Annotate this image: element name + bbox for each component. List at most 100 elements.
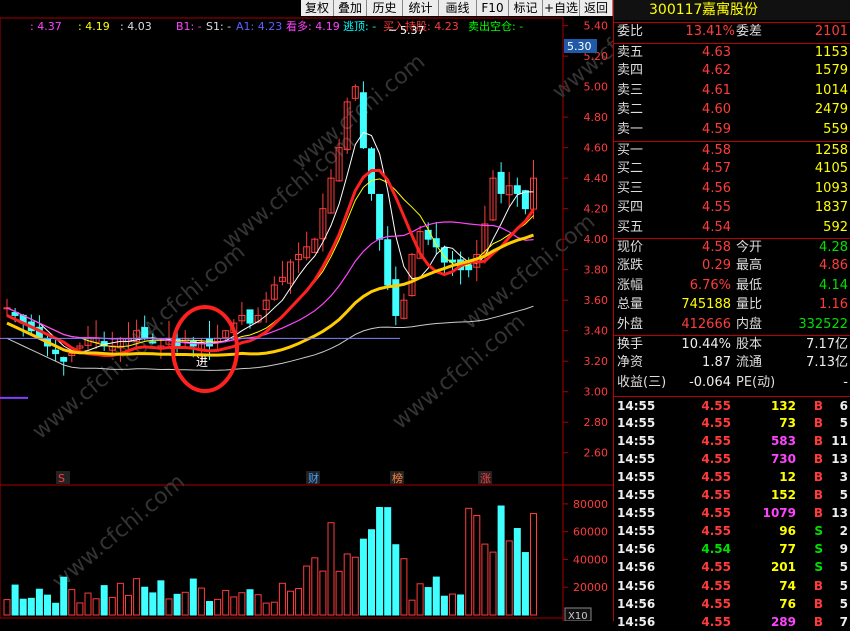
toolbar-button-2[interactable]: 历史: [367, 0, 403, 16]
trade-direction: B: [813, 488, 823, 503]
bid-label: 买三: [617, 180, 644, 196]
trade-price: 4.55: [701, 470, 731, 485]
ask-label: 卖三: [617, 82, 644, 98]
trade-volume: 74: [779, 578, 796, 593]
trade-count: 7: [839, 614, 848, 629]
trade-direction: B: [813, 506, 823, 521]
volume-bar: [270, 601, 278, 616]
quote-value2: 332522: [798, 316, 848, 332]
weicha-label: 委差: [736, 24, 763, 39]
quote-row: 外盘 412666 内盘 332522: [614, 316, 850, 334]
stock-code: 300117: [649, 2, 703, 18]
toolbar-button-4[interactable]: 画线: [439, 0, 477, 16]
kline-svg[interactable]: www.cfchi.comwww.cfchi.comwww.cfchi.comw…: [0, 0, 690, 622]
quote-label: 涨幅: [617, 277, 644, 293]
candle-body: [359, 92, 367, 149]
ask-volume: 1014: [814, 82, 848, 98]
indicator-v1: : 4.37: [30, 20, 62, 33]
candle-body: [246, 309, 254, 324]
toolbar-button-1[interactable]: 叠加: [334, 0, 367, 16]
volume-bar: [254, 594, 262, 616]
trade-direction: B: [813, 470, 823, 485]
volume-bar: [52, 602, 60, 616]
ask-label: 卖一: [617, 121, 644, 137]
trade-price: 4.55: [701, 452, 731, 467]
trade-price: 4.55: [701, 524, 731, 539]
quote-row: 现价 4.58 今开 4.28: [614, 238, 850, 256]
trade-direction: B: [813, 416, 823, 431]
volume-bar: [141, 586, 149, 616]
trade-price: 4.54: [701, 542, 731, 557]
ask-label: 卖五: [617, 45, 644, 60]
trade-count: 13: [831, 452, 848, 467]
quote-label: 外盘: [617, 316, 644, 332]
quote-label2: 量比: [736, 297, 763, 313]
toolbar-button-5[interactable]: F10: [477, 0, 509, 16]
ask-row: 卖四 4.62 1579: [614, 62, 850, 80]
trade-price: 4.55: [701, 399, 731, 413]
volume-bar: [44, 594, 51, 616]
volume-bar: [133, 578, 141, 616]
volume-bar: [19, 598, 27, 616]
price-axis-label: 4.40: [584, 172, 609, 185]
candle-body: [440, 247, 448, 263]
volume-bar: [465, 507, 473, 616]
volume-bar: [473, 515, 481, 616]
watermark: www.cfchi.com: [48, 469, 190, 594]
quote2-value: 1.87: [702, 355, 731, 371]
price-axis-label: 4.00: [584, 233, 609, 246]
quote-value2: 4.14: [819, 277, 848, 293]
trade-volume: 201: [770, 560, 796, 575]
marker-bang: 榜: [392, 471, 403, 485]
trade-row: 14:55 4.55 73 B 5: [614, 414, 850, 432]
trade-row: 14:55 4.55 1079 B 13: [614, 504, 850, 522]
volume-bar: [278, 582, 286, 616]
trade-count: 5: [839, 488, 848, 503]
toolbar-button-3[interactable]: 统计: [403, 0, 439, 16]
price-badge: 5.30: [567, 40, 592, 53]
candle-body: [52, 349, 60, 355]
ask-row: 卖三 4.61 1014: [614, 82, 850, 100]
bid-volume: 1093: [814, 180, 848, 196]
volume-bar: [149, 592, 157, 616]
volume-bar: [76, 602, 84, 616]
quote-label2: 最高: [736, 258, 763, 274]
bid-label: 买五: [617, 219, 644, 235]
trade-time: 14:56: [617, 614, 656, 629]
volume-bar: [230, 596, 238, 616]
volume-bar: [408, 599, 416, 616]
trade-count: 5: [839, 596, 848, 611]
weibi-value: 13.41%: [685, 24, 735, 39]
toolbar-button-0[interactable]: 复权: [301, 0, 334, 16]
trade-time: 14:55: [617, 434, 656, 449]
volume-bar: [311, 557, 319, 616]
toolbar-button-6[interactable]: 标记: [509, 0, 543, 16]
volume-bar: [351, 556, 359, 616]
trade-volume: 289: [770, 614, 796, 629]
watermark: www.cfchi.com: [288, 49, 430, 174]
bid-row: 买五 4.54 592: [614, 219, 850, 237]
trade-time: 14:55: [617, 470, 656, 485]
volume-bar: [424, 587, 432, 616]
toolbar-button-8[interactable]: 返回: [580, 0, 613, 16]
kline-chart-panel[interactable]: www.cfchi.com www.cfchi.com www.cfchi.com w…: [0, 0, 690, 622]
candle-body: [376, 193, 384, 240]
stock-header: 300117 嘉寓股份: [614, 0, 850, 20]
ask-volume: 2479: [814, 102, 848, 118]
vol-unit: X10: [568, 611, 588, 621]
bid-row: 买一 4.58 1258: [614, 141, 850, 159]
ask-row: 卖二 4.60 2479: [614, 101, 850, 119]
indicator-a1: A1: 4.23: [236, 20, 282, 33]
price-axis-label: 3.80: [584, 264, 609, 277]
ask-price: 4.63: [702, 45, 731, 60]
stock-name: 嘉寓股份: [702, 2, 758, 18]
ask-price: 4.59: [702, 121, 731, 137]
marker-zhang: 涨: [480, 472, 491, 485]
bid-label: 买四: [617, 200, 644, 216]
candle-body: [60, 357, 68, 362]
trade-volume: 730: [770, 452, 796, 467]
quote-value: 0.29: [702, 258, 731, 274]
trade-count: 6: [839, 399, 848, 413]
toolbar-button-7[interactable]: +自选: [543, 0, 580, 16]
volume-bar: [197, 587, 205, 616]
